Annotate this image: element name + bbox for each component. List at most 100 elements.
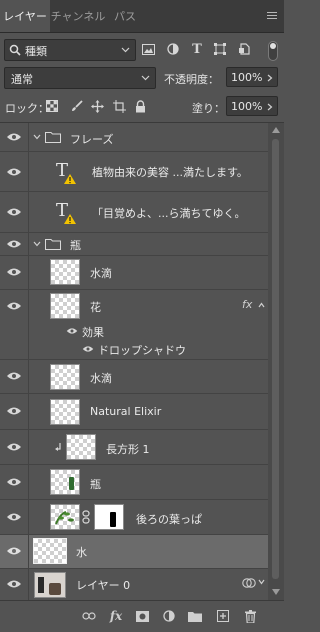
chevron-up-icon[interactable] <box>258 302 265 308</box>
eye-icon[interactable] <box>6 167 22 177</box>
effect-name: ドロップシャドウ <box>98 344 186 357</box>
pixel-filter-icon[interactable] <box>140 41 156 57</box>
layer-group-phrase[interactable]: フレーズ <box>0 123 268 152</box>
blend-mode-value: 通常 <box>11 73 33 86</box>
panel-menu-icon[interactable] <box>267 12 277 20</box>
divider <box>28 152 29 191</box>
fill-field[interactable]: 100% <box>226 96 278 116</box>
blend-row: 通常 不透明度： 100% <box>0 67 284 89</box>
layer-flower[interactable]: 花 fx <box>0 290 268 323</box>
scroll-up-icon[interactable] <box>272 127 280 133</box>
layer-name: 植物由来の美容 ...満たします。 <box>92 166 248 179</box>
chevron-down-icon[interactable] <box>33 241 41 247</box>
eye-icon[interactable] <box>6 477 22 487</box>
eye-icon[interactable] <box>66 327 78 335</box>
layer-0[interactable]: レイヤー 0 <box>0 569 268 600</box>
eye-icon[interactable] <box>6 579 22 589</box>
layer-text-1[interactable]: T 植物由来の美容 ...満たします。 <box>0 152 268 192</box>
warning-icon <box>64 214 76 224</box>
filter-toggle-switch[interactable] <box>268 41 278 61</box>
photo-shape <box>49 583 61 595</box>
tab-paths[interactable]: パス <box>106 0 144 32</box>
leaves-thumbnail-icon <box>55 511 74 525</box>
type-filter-icon[interactable]: T <box>189 41 205 57</box>
photo-shape <box>38 577 44 593</box>
divider <box>28 394 29 429</box>
lock-all-icon[interactable] <box>133 99 147 113</box>
lock-transparent-icon[interactable] <box>45 99 59 113</box>
new-layer-icon[interactable] <box>216 609 230 623</box>
search-icon <box>9 44 21 56</box>
layer-rectangle-1[interactable]: 長方形 1 <box>0 430 268 465</box>
layer-thumbnail <box>50 399 80 425</box>
layer-name: 後ろの葉っぱ <box>136 513 202 526</box>
effects-label: 効果 <box>82 326 104 339</box>
fx-icon[interactable]: fx <box>109 609 123 623</box>
fx-badge[interactable]: fx <box>242 298 252 311</box>
layer-water[interactable]: 水 <box>0 535 268 569</box>
scrollbar-thumb[interactable] <box>272 139 279 579</box>
layer-thumbnail <box>50 504 80 530</box>
filter-kind-select[interactable]: 種類 <box>4 39 136 61</box>
layer-text-2[interactable]: T 「目覚めよ、...ら満ちてゆく。 <box>0 192 268 233</box>
layer-back-leaves[interactable]: 後ろの葉っぱ <box>0 500 268 535</box>
layer-water-drop-2[interactable]: 水滴 <box>0 360 268 394</box>
trash-icon[interactable] <box>243 609 257 623</box>
chevron-down-icon <box>121 47 130 53</box>
layer-thumbnail <box>50 364 80 390</box>
layer-natural-elixir[interactable]: Natural Elixir <box>0 394 268 430</box>
divider <box>28 465 29 499</box>
adjustment-filter-icon[interactable] <box>165 41 181 57</box>
eye-icon[interactable] <box>6 406 22 416</box>
layer-mask-thumbnail[interactable] <box>94 504 124 530</box>
divider <box>28 233 29 255</box>
tab-layers[interactable]: レイヤー <box>0 0 50 32</box>
opacity-value: 100% <box>231 71 263 84</box>
layer-bottle[interactable]: 瓶 <box>0 465 268 500</box>
divider <box>28 123 29 151</box>
eye-icon[interactable] <box>6 132 22 142</box>
eye-icon[interactable] <box>6 301 22 311</box>
eye-icon[interactable] <box>6 546 22 556</box>
lock-label: ロック： <box>5 102 49 115</box>
layer-name: 水滴 <box>90 372 112 385</box>
eye-icon[interactable] <box>6 512 22 522</box>
eye-icon[interactable] <box>6 267 22 277</box>
layer-name: 瓶 <box>70 239 81 252</box>
artboard-lock-icon[interactable] <box>112 99 126 113</box>
eye-icon[interactable] <box>82 345 94 353</box>
opacity-field[interactable]: 100% <box>226 67 278 87</box>
adjustment-layer-icon[interactable] <box>162 609 176 623</box>
eye-icon[interactable] <box>6 442 22 452</box>
chevron-down-icon[interactable] <box>33 134 41 140</box>
effect-drop-shadow[interactable]: ドロップシャドウ <box>0 340 268 360</box>
eye-icon[interactable] <box>6 371 22 381</box>
layer-name: Natural Elixir <box>90 405 162 418</box>
chevron-down-icon[interactable] <box>258 579 265 585</box>
scroll-down-icon[interactable] <box>272 589 280 595</box>
layer-water-drop-1[interactable]: 水滴 <box>0 256 268 290</box>
layer-name: フレーズ <box>70 133 114 146</box>
tab-channels[interactable]: チャンネル <box>50 0 106 32</box>
layer-group-bottle[interactable]: 瓶 <box>0 233 268 256</box>
divider <box>28 340 29 359</box>
blend-mode-select[interactable]: 通常 <box>4 67 156 89</box>
folder-icon <box>45 239 61 250</box>
smart-filter-icon[interactable] <box>242 577 256 589</box>
eye-icon[interactable] <box>6 239 22 249</box>
eye-icon[interactable] <box>6 207 22 217</box>
link-icon[interactable] <box>82 510 90 524</box>
layers-scrollbar[interactable] <box>268 123 284 600</box>
layer-thumbnail <box>66 434 96 460</box>
folder-icon <box>45 132 61 143</box>
divider <box>28 360 29 393</box>
smart-object-filter-icon[interactable] <box>236 41 252 57</box>
effects-header[interactable]: 効果 <box>0 323 268 340</box>
link-layers-icon[interactable] <box>82 609 96 623</box>
add-mask-icon[interactable] <box>135 609 149 623</box>
fill-label: 塗り： <box>192 102 225 115</box>
shape-filter-icon[interactable] <box>212 41 228 57</box>
new-group-icon[interactable] <box>188 609 202 623</box>
brush-icon[interactable] <box>70 99 84 113</box>
move-icon[interactable] <box>90 99 104 113</box>
